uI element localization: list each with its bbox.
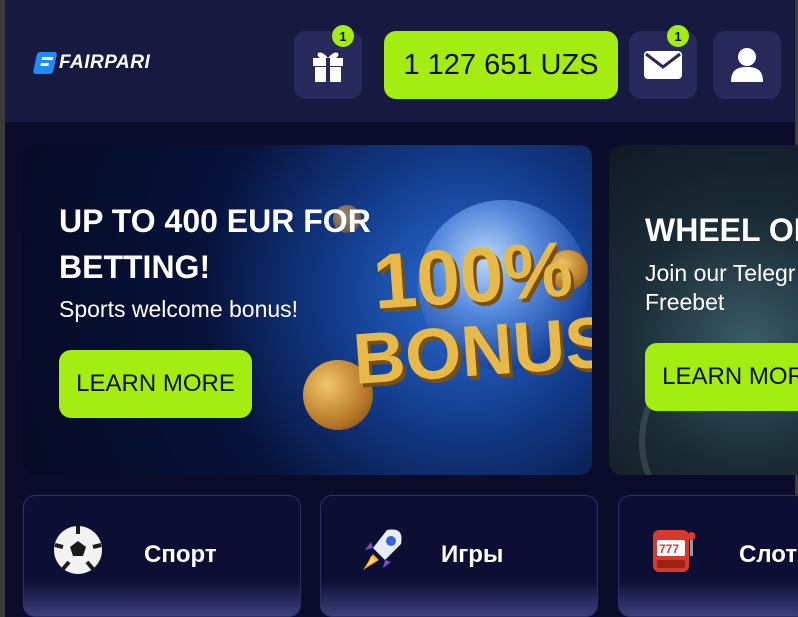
bonus-word-art: BONUS [350,302,592,400]
category-label: Игры [441,541,504,568]
promo-banner-bonus[interactable]: 100% BONUS UP TO 400 EUR FOR BETTING! Sp… [23,145,592,475]
category-card-sport[interactable]: Спорт [23,495,301,617]
banner-subtitle: Sports welcome bonus! [59,296,299,322]
logo-mark-icon [32,52,58,74]
learn-more-button-2[interactable]: LEARN MORE [645,343,798,411]
category-card-slots[interactable]: 777 Слоты [618,495,798,617]
soccer-ball-icon [52,524,104,576]
category-label: Спорт [144,541,217,568]
mail-button[interactable]: 1 [629,25,697,99]
category-label: Слоты [739,541,798,568]
logo-text: FAIRPARI [59,52,151,73]
user-icon [731,48,763,82]
profile-button[interactable] [713,31,781,99]
mail-badge: 1 [667,25,689,47]
banner-title-line1: UP TO 400 EUR FOR [59,203,371,239]
banner-subtitle-line2: Freebet [645,289,725,315]
category-card-games[interactable]: Игры [320,495,598,617]
slot-machine-icon: 777 [647,524,699,576]
rocket-icon [357,524,409,576]
fairpari-logo[interactable]: FAIRPARI [32,52,151,74]
gift-icon [313,52,343,82]
envelope-icon [644,51,682,79]
top-header: FAIRPARI 1 1 127 651 UZS 1 [5,0,795,122]
banner-title: WHEEL OF [645,212,798,248]
gift-button[interactable]: 1 [294,25,362,99]
gift-badge: 1 [332,25,354,47]
banner-subtitle-line1: Join our Telegr [645,260,796,286]
balance-button[interactable]: 1 127 651 UZS [384,31,618,99]
banner-title-line2: BETTING! [59,249,211,285]
promo-banner-wheel[interactable]: WHEEL OF Join our Telegr Freebet LEARN M… [609,145,798,475]
svg-text:777: 777 [659,542,679,556]
learn-more-button[interactable]: LEARN MORE [59,350,252,418]
